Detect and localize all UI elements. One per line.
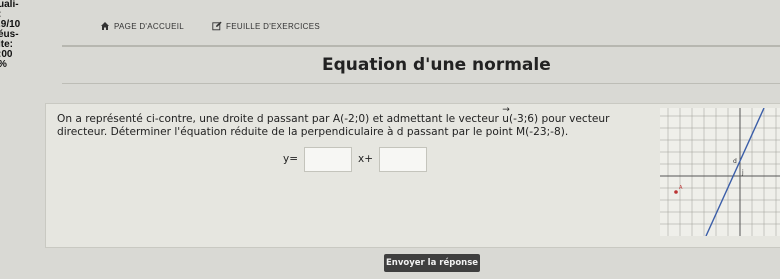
edit-icon: [212, 21, 222, 31]
problem-text-start: On a représenté ci-contre, une droite d …: [57, 113, 503, 125]
intercept-input[interactable]: [379, 146, 428, 172]
graph-label-j: j: [741, 169, 744, 176]
point-a: [674, 190, 678, 194]
sidebar-line: %: [0, 60, 62, 70]
exercises-link-label: FEUILLE D'EXERCICES: [226, 21, 320, 31]
sidebar-line: :00: [0, 49, 13, 60]
graph-grid: [660, 108, 780, 236]
problem-statement: On a représenté ci-contre, une droite d …: [57, 105, 657, 139]
graph-label-point: A: [679, 185, 683, 191]
exercises-link[interactable]: FEUILLE D'EXERCICES: [212, 21, 320, 31]
slope-input[interactable]: [304, 146, 353, 172]
graph-figure: A d j: [660, 108, 780, 236]
header-divider: [62, 45, 780, 47]
graph-label-d: d: [733, 158, 737, 165]
home-icon: [101, 22, 109, 30]
home-link-label: PAGE D'ACCUEIL: [114, 21, 185, 31]
sidebar-line: uali-: [0, 0, 19, 10]
title-divider: [62, 83, 780, 84]
answer-formula: y= x+: [283, 145, 428, 173]
sidebar-strip: uali- : .9/10 éus- ite: :00 %: [0, 0, 62, 75]
home-link[interactable]: PAGE D'ACCUEIL: [100, 21, 184, 31]
top-nav: PAGE D'ACCUEIL FEUILLE D'EXERCICES: [100, 19, 320, 33]
formula-prefix: y=: [283, 153, 299, 165]
vector-u: → u: [502, 105, 510, 126]
line-d: [705, 108, 765, 236]
formula-middle: x+: [358, 153, 374, 165]
page-title: Equation d'une normale: [322, 55, 551, 75]
submit-button[interactable]: Envoyer la réponse: [384, 254, 480, 272]
